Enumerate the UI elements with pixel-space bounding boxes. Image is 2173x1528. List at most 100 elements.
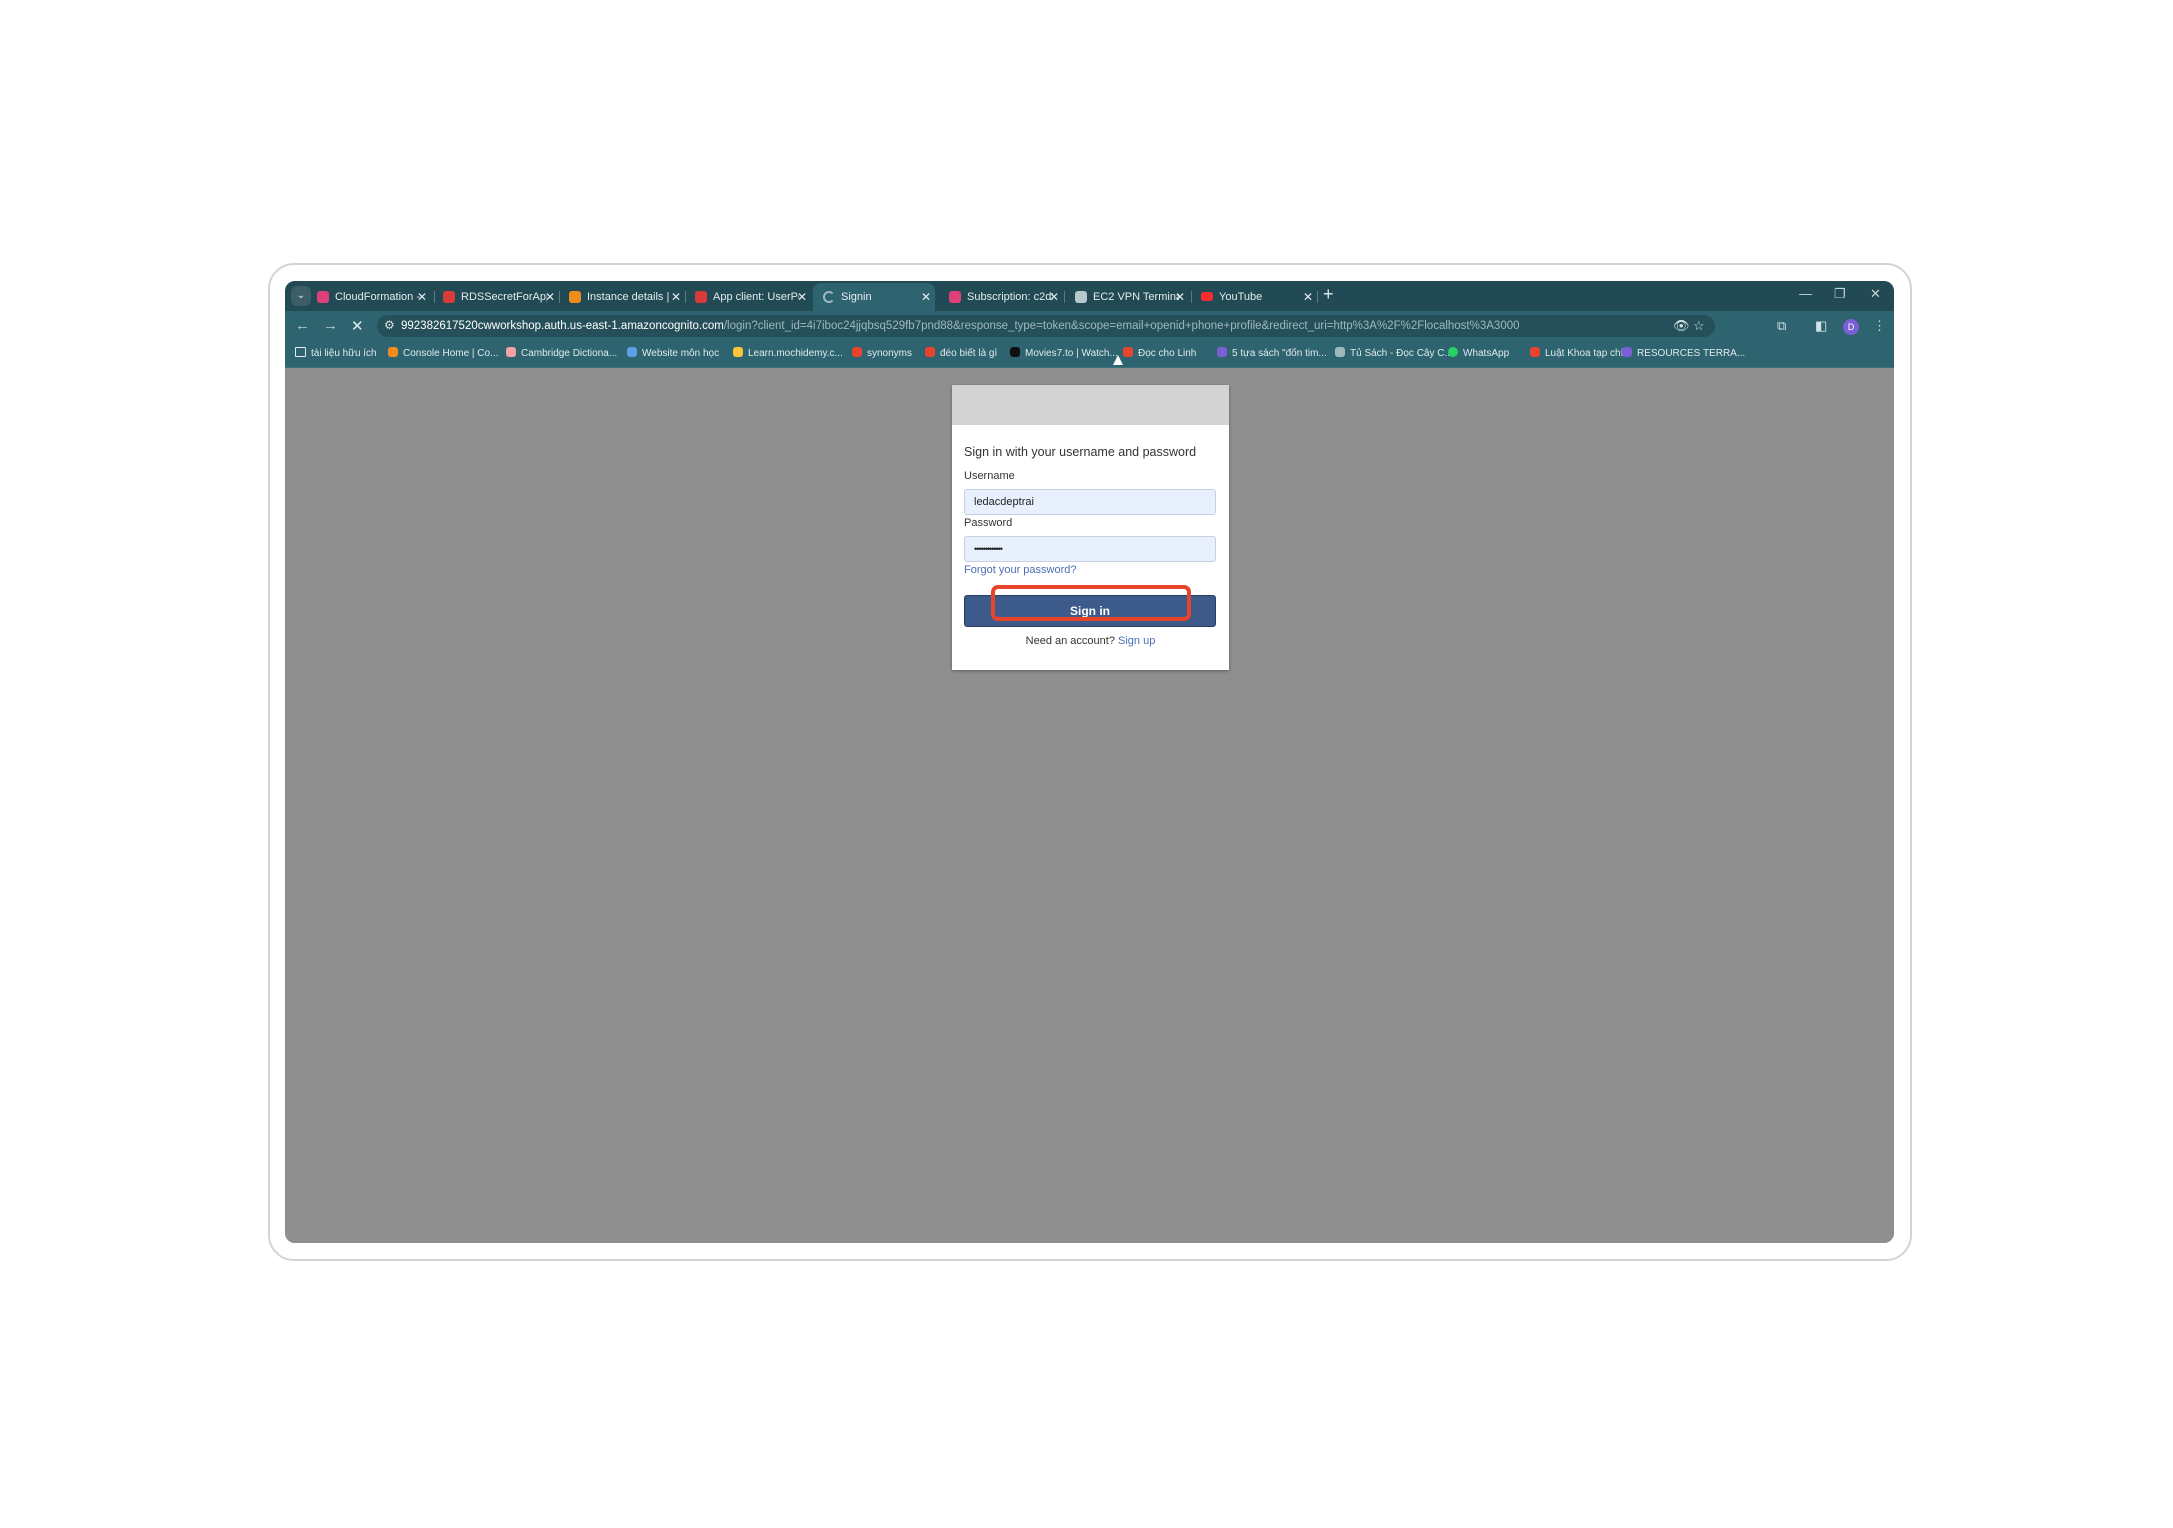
cognito-icon — [695, 291, 707, 303]
tab-instance-details[interactable]: Instance details | EC2 | us-ea ✕ — [559, 283, 681, 311]
tab-subscription[interactable]: Subscription: c2d39414-417 ✕ — [939, 283, 1063, 311]
bookmark-item[interactable]: Console Home | Co... — [388, 341, 498, 367]
side-panel-icon[interactable]: ◧ — [1815, 318, 1827, 334]
bookmark-item[interactable]: Movies7.to | Watch... — [1010, 341, 1118, 367]
close-icon[interactable]: ✕ — [921, 283, 931, 311]
stop-loading-button[interactable]: ✕ — [351, 317, 364, 335]
whatsapp-icon — [1448, 347, 1458, 357]
book-icon — [1217, 347, 1227, 357]
extensions-icon[interactable]: ⧉ — [1777, 318, 1786, 334]
bookmark-item[interactable]: synonyms — [852, 341, 912, 367]
forward-button[interactable]: → — [323, 317, 338, 334]
tab-title: Subscription: c2d39414-417 — [967, 291, 1053, 303]
bookmark-item[interactable]: tài liệu hữu ích — [295, 341, 377, 367]
bookmark-label: synonyms — [867, 348, 913, 359]
website-icon — [627, 347, 637, 357]
click-highlight — [991, 585, 1191, 621]
bookmark-label: Tủ Sách - Đọc Cây C... — [1350, 348, 1453, 359]
tab-title: YouTube — [1219, 291, 1263, 303]
window-close-button[interactable]: ✕ — [1870, 286, 1881, 302]
loading-icon — [823, 291, 835, 303]
bookmark-label: WhatsApp — [1463, 348, 1510, 359]
password-hidden-icon[interactable]: 👁 — [1673, 318, 1690, 334]
bookmarks-bar: tài liệu hữu ích Console Home | Co... Ca… — [285, 341, 1894, 368]
card-banner — [952, 385, 1229, 425]
tab-separator — [1317, 291, 1318, 303]
new-tab-button[interactable]: + — [1323, 284, 1334, 305]
bookmark-label: Learn.mochidemy.c... — [748, 348, 843, 359]
bookmark-item[interactable]: đéo biết là gì — [925, 341, 997, 367]
tab-app-client[interactable]: App client: UserPoolClient-G ✕ — [685, 283, 809, 311]
bookmark-label: Đọc cho Linh — [1138, 348, 1197, 359]
bookmark-label: Console Home | Co... — [403, 348, 499, 359]
tab-strip: ⌄ CloudFormation - Stack Two ✕ RDSSecret… — [285, 281, 1894, 311]
site-settings-icon[interactable]: ⚙ — [384, 318, 395, 332]
browser-toolbar: ← → ✕ ⚙ 992382617520cwworkshop.auth.us-e… — [285, 311, 1894, 341]
profile-avatar[interactable]: D — [1843, 319, 1859, 335]
cloudformation-icon — [317, 291, 329, 303]
close-icon[interactable]: ✕ — [417, 283, 427, 311]
browser-window: ⌄ CloudFormation - Stack Two ✕ RDSSecret… — [285, 281, 1894, 1243]
secrets-manager-icon — [443, 291, 455, 303]
sns-icon — [949, 291, 961, 303]
tab-title: Signin — [841, 291, 872, 303]
url-text: 992382617520cwworkshop.auth.us-east-1.am… — [401, 315, 1661, 337]
bookmark-label: 5 tựa sách "đốn tim... — [1232, 348, 1327, 359]
need-account-text: Need an account? — [1025, 635, 1115, 647]
bookmark-item[interactable]: Tủ Sách - Đọc Cây C... — [1335, 341, 1453, 367]
tab-title: CloudFormation - Stack Two — [335, 291, 421, 303]
bookmark-label: tài liệu hữu ích — [311, 348, 377, 359]
minimize-button[interactable]: — — [1799, 286, 1812, 301]
tab-youtube[interactable]: YouTube ✕ — [1191, 283, 1315, 311]
youtube-icon — [1201, 292, 1213, 301]
bookmark-star-icon[interactable]: ☆ — [1693, 318, 1705, 334]
username-field[interactable]: ledacdeptrai — [964, 489, 1216, 515]
bookmark-item[interactable]: WhatsApp — [1448, 341, 1509, 367]
bookmark-item[interactable]: Learn.mochidemy.c... — [733, 341, 843, 367]
bookmark-item[interactable]: Cambridge Dictiona... — [506, 341, 617, 367]
synonyms-icon — [852, 347, 862, 357]
bookmark-item[interactable]: Đọc cho Linh — [1123, 341, 1196, 367]
password-field[interactable]: ••••••••••••• — [964, 536, 1216, 562]
tab-title: App client: UserPoolClient-G — [713, 291, 799, 303]
close-icon[interactable]: ✕ — [671, 283, 681, 311]
tab-title: Instance details | EC2 | us-ea — [587, 291, 673, 303]
bookmark-label: RESOURCES TERRA... — [1637, 348, 1746, 359]
tab-ec2-vpn[interactable]: EC2 VPN Termination Altern ✕ — [1065, 283, 1189, 311]
back-button[interactable]: ← — [295, 317, 310, 334]
terraform-icon — [1622, 347, 1632, 357]
restore-button[interactable]: ❐ — [1834, 286, 1846, 302]
tab-signin[interactable]: Signin ✕ — [813, 283, 935, 311]
bookshelf-icon — [1335, 347, 1345, 357]
bookmark-item[interactable]: RESOURCES TERRA... — [1622, 341, 1745, 367]
folder-icon — [295, 347, 306, 357]
close-icon[interactable]: ✕ — [545, 283, 555, 311]
bookmark-label: đéo biết là gì — [940, 348, 998, 359]
page-content: Sign in with your username and password … — [285, 368, 1894, 1243]
close-icon[interactable]: ✕ — [1175, 283, 1185, 311]
read-icon — [1123, 347, 1133, 357]
aws-icon — [388, 347, 398, 357]
doc-icon — [1075, 291, 1087, 303]
mochi-icon — [733, 347, 743, 357]
bookmark-item[interactable]: Website môn học — [627, 341, 719, 367]
movies-icon — [1010, 347, 1020, 357]
signin-heading: Sign in with your username and password — [964, 445, 1197, 459]
menu-icon[interactable]: ⋮ — [1873, 318, 1886, 334]
close-icon[interactable]: ✕ — [1303, 283, 1313, 311]
cambridge-icon — [506, 347, 516, 357]
signup-link[interactable]: Sign up — [1118, 635, 1155, 647]
tab-rds-secret[interactable]: RDSSecretForApp | Secrets M ✕ — [433, 283, 555, 311]
url-host: 992382617520cwworkshop.auth.us-east-1.am… — [401, 320, 724, 332]
password-label: Password — [964, 517, 1013, 529]
address-bar[interactable]: ⚙ 992382617520cwworkshop.auth.us-east-1.… — [377, 315, 1715, 337]
bookmark-item[interactable]: Luật Khoa tạp chí — [1530, 341, 1623, 367]
forgot-password-link[interactable]: Forgot your password? — [964, 564, 1077, 576]
ec2-icon — [569, 291, 581, 303]
tab-title: EC2 VPN Termination Altern — [1093, 291, 1179, 303]
close-icon[interactable]: ✕ — [1049, 283, 1059, 311]
signin-card: Sign in with your username and password … — [952, 385, 1229, 670]
tab-cloudformation[interactable]: CloudFormation - Stack Two ✕ — [307, 283, 427, 311]
bookmark-item[interactable]: 5 tựa sách "đốn tim... — [1217, 341, 1327, 367]
close-icon[interactable]: ✕ — [797, 283, 807, 311]
